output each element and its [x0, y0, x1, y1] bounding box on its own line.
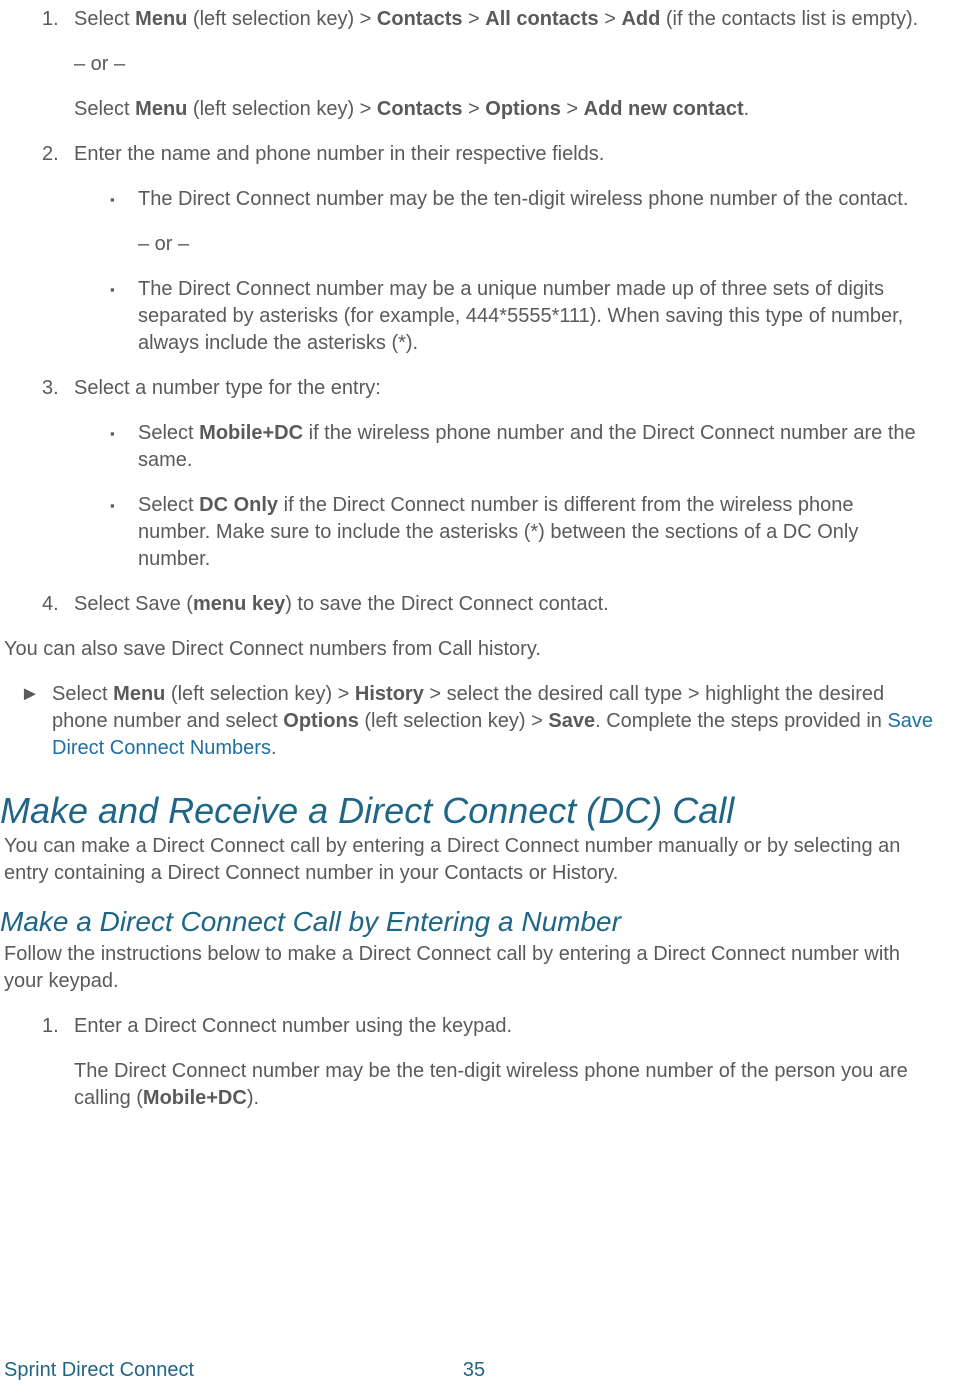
sub-item: ▪ Select Mobile+DC if the wireless phone…: [110, 420, 937, 492]
text: (left selection key) >: [187, 98, 377, 120]
sub-body: The Direct Connect number may be a uniqu…: [138, 276, 937, 375]
step-3: 3. Select a number type for the entry: ▪…: [42, 375, 953, 591]
step-4: 4. Select Save (menu key) to save the Di…: [42, 591, 953, 636]
bold: Mobile+DC: [143, 1087, 247, 1109]
bold: Contacts: [377, 98, 463, 120]
step-number: 1.: [42, 1013, 72, 1130]
document-page: 1. Select Menu (left selection key) > Co…: [0, 0, 965, 1396]
step-1-line-b: Select Menu (left selection key) > Conta…: [74, 96, 937, 123]
step-number: 3.: [42, 375, 72, 591]
bold: menu key: [193, 593, 285, 615]
or-separator: – or –: [138, 231, 929, 258]
text: ) to save the Direct Connect contact.: [285, 593, 609, 615]
step-number: 1.: [42, 6, 72, 141]
step-3-text: Select a number type for the entry:: [74, 375, 937, 402]
ordered-list-2: 1. Enter a Direct Connect number using t…: [42, 1013, 953, 1130]
text: Select: [138, 494, 199, 516]
step-1b: 1. Enter a Direct Connect number using t…: [42, 1013, 953, 1130]
text: (left selection key) >: [187, 8, 377, 30]
bold: Menu: [135, 98, 187, 120]
text: .: [271, 737, 277, 759]
text: Select Save (: [74, 593, 193, 615]
sub-text: The Direct Connect number may be a uniqu…: [138, 276, 929, 357]
arrow-text: Select Menu (left selection key) > Histo…: [52, 681, 937, 762]
step-1-line-a: Select Menu (left selection key) > Conta…: [74, 6, 937, 33]
bold: Options: [283, 710, 359, 732]
sub-list: ▪ The Direct Connect number may be the t…: [110, 186, 937, 375]
footer-section-title: Sprint Direct Connect: [4, 1357, 444, 1384]
sub-item: ▪ The Direct Connect number may be the t…: [110, 186, 937, 276]
sub-text: Select Mobile+DC if the wireless phone n…: [138, 420, 929, 474]
step-body: Select a number type for the entry: ▪ Se…: [74, 375, 953, 591]
square-bullet-icon: ▪: [110, 492, 138, 591]
paragraph-call-history: You can also save Direct Connect numbers…: [4, 636, 953, 663]
text: (left selection key) >: [165, 683, 355, 705]
step-text-2: The Direct Connect number may be the ten…: [74, 1058, 937, 1112]
text: (left selection key) >: [359, 710, 549, 732]
step-1: 1. Select Menu (left selection key) > Co…: [42, 6, 953, 141]
text: .: [744, 98, 750, 120]
step-body: Select Save (menu key) to save the Direc…: [74, 591, 953, 636]
text: >: [462, 98, 485, 120]
ordered-list-1: 1. Select Menu (left selection key) > Co…: [42, 6, 953, 636]
bold: Mobile+DC: [199, 422, 303, 444]
text: ).: [247, 1087, 259, 1109]
sub-text: The Direct Connect number may be the ten…: [138, 186, 929, 213]
bold: History: [355, 683, 424, 705]
arrow-body: Select Menu (left selection key) > Histo…: [52, 681, 953, 780]
text: (if the contacts list is empty).: [660, 8, 918, 30]
heading-make-receive-dc-call: Make and Receive a Direct Connect (DC) C…: [0, 790, 953, 831]
bold: Options: [485, 98, 561, 120]
sub-item: ▪ Select DC Only if the Direct Connect n…: [110, 492, 937, 591]
footer-page-number: 35: [444, 1357, 504, 1384]
bold: Menu: [113, 683, 165, 705]
text: . Complete the steps provided in: [595, 710, 887, 732]
arrow-icon: ►: [20, 681, 52, 780]
text: >: [599, 8, 622, 30]
step-2-text: Enter the name and phone number in their…: [74, 141, 937, 168]
step-body: Enter the name and phone number in their…: [74, 141, 953, 375]
text: >: [561, 98, 584, 120]
heading2-description: Follow the instructions below to make a …: [4, 941, 953, 995]
sub-body: The Direct Connect number may be the ten…: [138, 186, 937, 276]
step-number: 4.: [42, 591, 72, 636]
step-text: Enter a Direct Connect number using the …: [74, 1013, 937, 1040]
step-2: 2. Enter the name and phone number in th…: [42, 141, 953, 375]
page-footer: Sprint Direct Connect 35: [4, 1357, 944, 1384]
sub-text: Select DC Only if the Direct Connect num…: [138, 492, 929, 573]
step-4-text: Select Save (menu key) to save the Direc…: [74, 591, 937, 618]
text: Select: [74, 8, 135, 30]
text: Select: [52, 683, 113, 705]
square-bullet-icon: ▪: [110, 186, 138, 276]
sub-body: Select DC Only if the Direct Connect num…: [138, 492, 937, 591]
sub-item: ▪ The Direct Connect number may be a uni…: [110, 276, 937, 375]
bold: Add new contact: [584, 98, 744, 120]
sub-list: ▪ Select Mobile+DC if the wireless phone…: [110, 420, 937, 591]
text: Select: [138, 422, 199, 444]
step-body: Select Menu (left selection key) > Conta…: [74, 6, 953, 141]
square-bullet-icon: ▪: [110, 420, 138, 492]
bold: DC Only: [199, 494, 278, 516]
arrow-step: ► Select Menu (left selection key) > His…: [20, 681, 953, 780]
square-bullet-icon: ▪: [110, 276, 138, 375]
heading1-description: You can make a Direct Connect call by en…: [4, 833, 953, 887]
heading-make-dc-call-by-number: Make a Direct Connect Call by Entering a…: [0, 905, 953, 939]
bold: Save: [548, 710, 595, 732]
sub-body: Select Mobile+DC if the wireless phone n…: [138, 420, 937, 492]
bold: Menu: [135, 8, 187, 30]
bold: Add: [621, 8, 660, 30]
text: Select: [74, 98, 135, 120]
or-separator: – or –: [74, 51, 937, 78]
bold: Contacts: [377, 8, 463, 30]
step-body: Enter a Direct Connect number using the …: [74, 1013, 953, 1130]
text: >: [462, 8, 485, 30]
step-number: 2.: [42, 141, 72, 375]
bold: All contacts: [485, 8, 598, 30]
